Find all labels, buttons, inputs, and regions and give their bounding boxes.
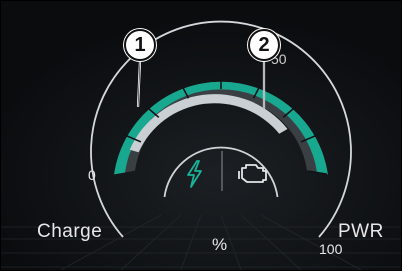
gauge-screen: 50 0 100 Charge PWR % 1 2 — [0, 0, 402, 271]
callout-leaders — [136, 60, 266, 109]
callout-marker: 1 — [124, 29, 156, 61]
callout-marker: 2 — [248, 29, 280, 61]
